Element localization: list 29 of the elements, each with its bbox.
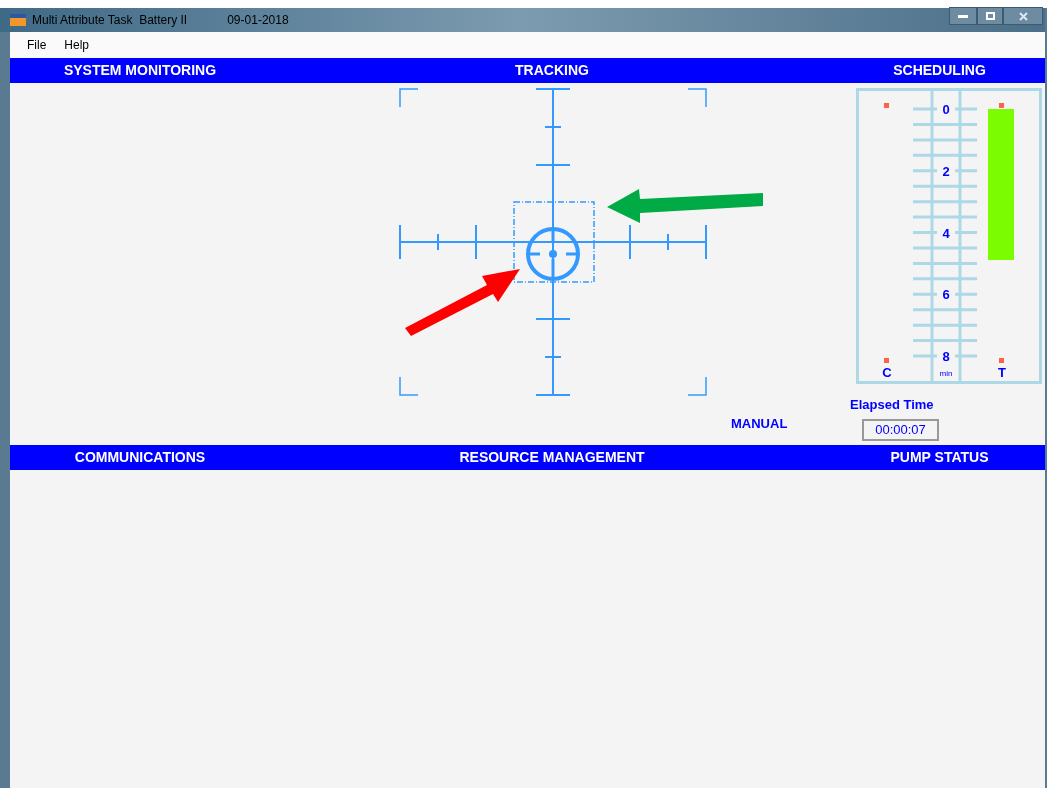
window-title: Multi Attribute Task Battery II [32,12,188,29]
elapsed-time-label: Elapsed Time [850,396,934,414]
arrow-icon [605,188,765,225]
close-icon [1018,11,1028,21]
column-label: T [998,365,1006,380]
elapsed-time-value: 00:00:07 [862,418,939,441]
app-icon [10,14,26,26]
column-label: C [882,365,892,380]
panel-title: TRACKING [515,61,589,80]
maximize-button[interactable] [977,7,1003,25]
close-button[interactable] [1003,7,1043,25]
window-date: 09-01-2018 [227,12,289,29]
panel-title: PUMP STATUS [890,448,989,467]
scale-label: 0 [942,102,950,117]
panel-title: SYSTEM MONITORING [63,61,217,80]
scale-label: 6 [942,287,950,303]
scale-label: 8 [942,349,950,364]
panel-title: SCHEDULING [893,61,986,80]
menu-item[interactable]: Help [64,36,90,54]
scale-label: 2 [942,163,950,179]
panel-title: COMMUNICATIONS [74,448,206,467]
panel-title: RESOURCE MANAGEMENT [459,448,645,467]
arrow-icon [403,266,523,338]
minimize-button[interactable] [949,7,977,25]
menu-item[interactable]: File [27,36,47,54]
scale-label: 4 [942,225,950,241]
cursor-icon [526,227,580,281]
unit-label: min [939,369,953,378]
tracking-mode: MANUAL [731,416,788,431]
